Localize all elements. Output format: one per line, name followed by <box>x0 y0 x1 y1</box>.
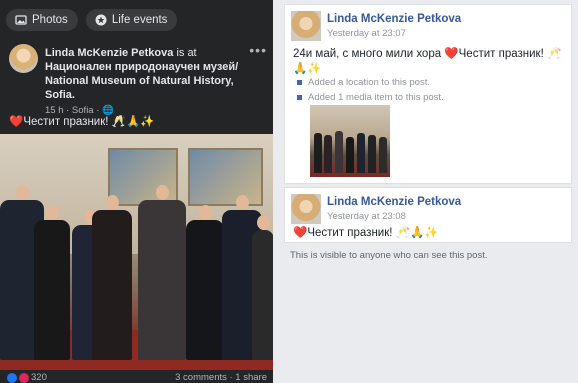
bullet-text: Added 1 media item to this post. <box>308 92 444 103</box>
avatar[interactable] <box>291 11 321 41</box>
person <box>324 135 332 173</box>
bullet-icon <box>297 95 302 100</box>
painting <box>108 148 178 206</box>
location-link[interactable]: Национален природонаучен музей/ National… <box>45 61 238 101</box>
author-name[interactable]: Linda McKenzie Petkova <box>45 47 173 59</box>
author-name[interactable]: Linda McKenzie Petkova <box>327 196 461 208</box>
heart-icon <box>19 372 29 383</box>
at-text: is at <box>176 47 197 59</box>
person <box>335 131 343 173</box>
person <box>252 215 273 360</box>
activity-entry: Linda McKenzie Petkova Yesterday at 23:0… <box>284 187 572 243</box>
author-name[interactable]: Linda McKenzie Petkova <box>327 13 461 25</box>
person <box>92 195 132 360</box>
comments-shares[interactable]: 3 comments · 1 share <box>175 372 267 383</box>
person <box>379 137 387 173</box>
person <box>138 185 186 360</box>
post-photo[interactable] <box>0 134 273 370</box>
photos-button[interactable]: Photos <box>6 9 78 31</box>
painting <box>188 148 263 206</box>
star-badge-icon <box>95 14 107 26</box>
reaction-count: 320 <box>31 372 47 383</box>
avatar[interactable] <box>9 44 38 73</box>
mobile-post-panel: Photos Life events Linda McKenzie Petkov… <box>0 0 273 383</box>
activity-entry: Linda McKenzie Petkova Yesterday at 23:0… <box>284 4 572 184</box>
life-events-button[interactable]: Life events <box>85 9 178 31</box>
entry-text: 24и май, с много мили хора ❤️Честит праз… <box>293 48 562 75</box>
person <box>34 205 70 360</box>
list-item: Added 1 media item to this post. <box>297 92 444 103</box>
bullet-icon <box>297 80 302 85</box>
more-options-icon[interactable]: ••• <box>249 42 267 58</box>
post-header-text: Linda McKenzie Petkova is at Национален … <box>45 46 245 118</box>
photos-label: Photos <box>32 14 68 26</box>
list-item: Added a location to this post. <box>297 77 430 88</box>
post-footer: 320 3 comments · 1 share <box>0 370 273 383</box>
entry-time[interactable]: Yesterday at 23:07 <box>327 28 406 39</box>
profile-tabs: Photos Life events <box>6 9 178 31</box>
visibility-note: This is visible to anyone who can see th… <box>290 250 488 261</box>
life-events-label: Life events <box>111 14 168 26</box>
photo-icon <box>15 15 27 25</box>
like-icon <box>7 372 17 383</box>
reactions-summary[interactable]: 320 <box>7 372 47 383</box>
person <box>357 133 365 173</box>
avatar[interactable] <box>291 194 321 224</box>
activity-log-panel: Linda McKenzie Petkova Yesterday at 23:0… <box>280 0 578 383</box>
entry-time[interactable]: Yesterday at 23:08 <box>327 211 406 222</box>
person <box>368 135 376 173</box>
person <box>314 133 322 173</box>
person <box>186 205 224 360</box>
entry-text: ❤️Честит празник! 🥂🙏✨ <box>293 227 439 239</box>
person <box>346 137 354 173</box>
post-caption: ❤️Честит празник! 🥂🙏✨ <box>9 116 155 128</box>
media-thumbnail[interactable] <box>310 105 390 177</box>
bullet-text: Added a location to this post. <box>308 77 430 88</box>
